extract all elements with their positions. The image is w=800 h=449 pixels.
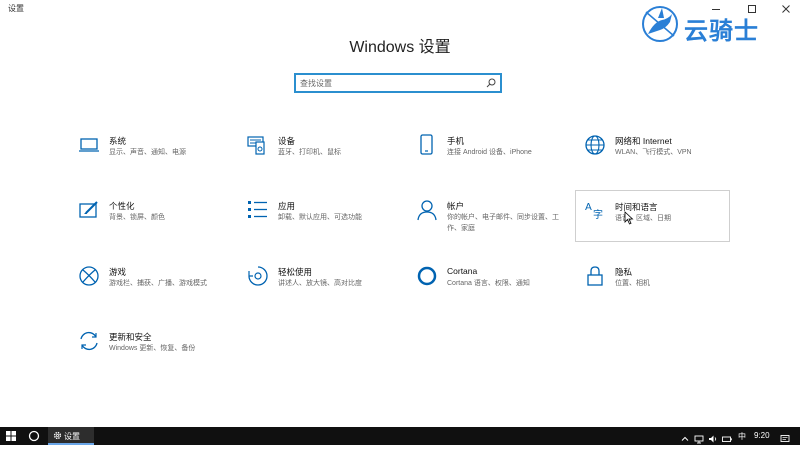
tile-time-language[interactable]: A字 时间和语言 语音、区域、日期 — [575, 190, 730, 242]
laptop-icon — [78, 134, 100, 156]
tile-description: 蓝牙、打印机、鼠标 — [278, 149, 341, 156]
ime-indicator[interactable]: 中 — [738, 431, 746, 442]
globe-icon — [584, 134, 606, 156]
tile-label: 个性化 — [109, 201, 135, 211]
tile-label: 帐户 — [447, 201, 465, 211]
tile-phone[interactable]: 手机 连接 Android 设备、iPhone — [416, 134, 566, 182]
apps-list-icon — [247, 199, 269, 221]
tile-label: 系统 — [109, 136, 127, 146]
tile-label: 网络和 Internet — [615, 136, 672, 146]
tile-description: 位置、相机 — [615, 280, 650, 287]
notification-icon[interactable] — [780, 431, 790, 442]
devices-icon — [247, 134, 269, 156]
gear-icon — [53, 431, 62, 440]
taskbar-app-label: 设置 — [64, 432, 80, 441]
tile-label: 更新和安全 — [109, 332, 152, 342]
page-title: Windows 设置 — [349, 39, 451, 56]
tile-label: 时间和语言 — [615, 202, 658, 212]
tile-personalization[interactable]: 个性化 背景、锁屏、颜色 — [78, 199, 228, 247]
person-icon — [416, 199, 438, 221]
window-title: 设置 — [8, 4, 24, 13]
taskbar-settings-app[interactable]: 设置 — [48, 427, 94, 445]
volume-icon[interactable] — [708, 431, 718, 443]
tile-system[interactable]: 系统 显示、声音、通知、电源 — [78, 134, 228, 182]
tile-label: 隐私 — [615, 267, 633, 277]
tile-description: 你的帐户、电子邮件、同步设置、工作、家庭 — [447, 214, 559, 232]
tile-network[interactable]: 网络和 Internet WLAN、飞行模式、VPN — [584, 134, 734, 182]
tile-description: 游戏栏、捕获、广播、游戏模式 — [109, 280, 207, 287]
tile-label: 游戏 — [109, 267, 127, 277]
tile-accounts[interactable]: 帐户 你的帐户、电子邮件、同步设置、工作、家庭 — [416, 199, 566, 247]
tile-gaming[interactable]: 游戏 游戏栏、捕获、广播、游戏模式 — [78, 265, 228, 313]
tile-description: Windows 更新、恢复、备份 — [109, 345, 196, 352]
tile-description: 连接 Android 设备、iPhone — [447, 149, 532, 156]
windows-start-icon[interactable] — [6, 431, 16, 441]
tile-label: 手机 — [447, 136, 465, 146]
tile-label: Cortana — [447, 266, 478, 276]
cortana-search-icon[interactable] — [28, 430, 40, 442]
tile-devices[interactable]: 设备 蓝牙、打印机、鼠标 — [247, 134, 397, 182]
tile-cortana[interactable]: Cortana Cortana 语言、权限、通知 — [416, 265, 566, 313]
tile-label: 轻松使用 — [278, 267, 313, 277]
search-box[interactable] — [294, 73, 502, 93]
tile-privacy[interactable]: 隐私 位置、相机 — [584, 265, 734, 313]
tile-description: Cortana 语言、权限、通知 — [447, 280, 530, 287]
mouse-cursor-icon — [624, 211, 634, 225]
taskbar: 设置 中 9:20 — [0, 427, 800, 445]
svg-text:A: A — [585, 202, 592, 213]
chevron-up-icon[interactable] — [680, 431, 690, 441]
time-language-icon: A字 — [584, 199, 606, 221]
network-icon[interactable] — [694, 431, 704, 444]
search-input[interactable] — [300, 76, 480, 90]
tile-ease-of-access[interactable]: 轻松使用 讲述人、放大镜、高对比度 — [247, 265, 397, 313]
cortana-icon — [416, 265, 438, 287]
tile-description: 讲述人、放大镜、高对比度 — [278, 280, 362, 287]
tile-description: 卸载、默认应用、可选功能 — [278, 214, 362, 221]
battery-icon[interactable] — [722, 431, 732, 442]
update-icon — [78, 330, 100, 352]
clock[interactable]: 9:20 — [754, 431, 770, 440]
xbox-icon — [78, 265, 100, 287]
ease-of-access-icon — [247, 265, 269, 287]
tile-description: 显示、声音、通知、电源 — [109, 149, 186, 156]
personalization-icon — [78, 199, 100, 221]
lock-icon — [584, 265, 606, 287]
tile-description: 背景、锁屏、颜色 — [109, 214, 165, 221]
tile-description: WLAN、飞行模式、VPN — [615, 149, 692, 156]
svg-text:字: 字 — [593, 208, 603, 221]
tile-label: 设备 — [278, 136, 296, 146]
phone-icon — [416, 134, 438, 156]
tile-apps[interactable]: 应用 卸载、默认应用、可选功能 — [247, 199, 397, 247]
search-icon[interactable] — [486, 78, 496, 88]
tile-update-security[interactable]: 更新和安全 Windows 更新、恢复、备份 — [78, 330, 228, 378]
tile-label: 应用 — [278, 201, 296, 211]
